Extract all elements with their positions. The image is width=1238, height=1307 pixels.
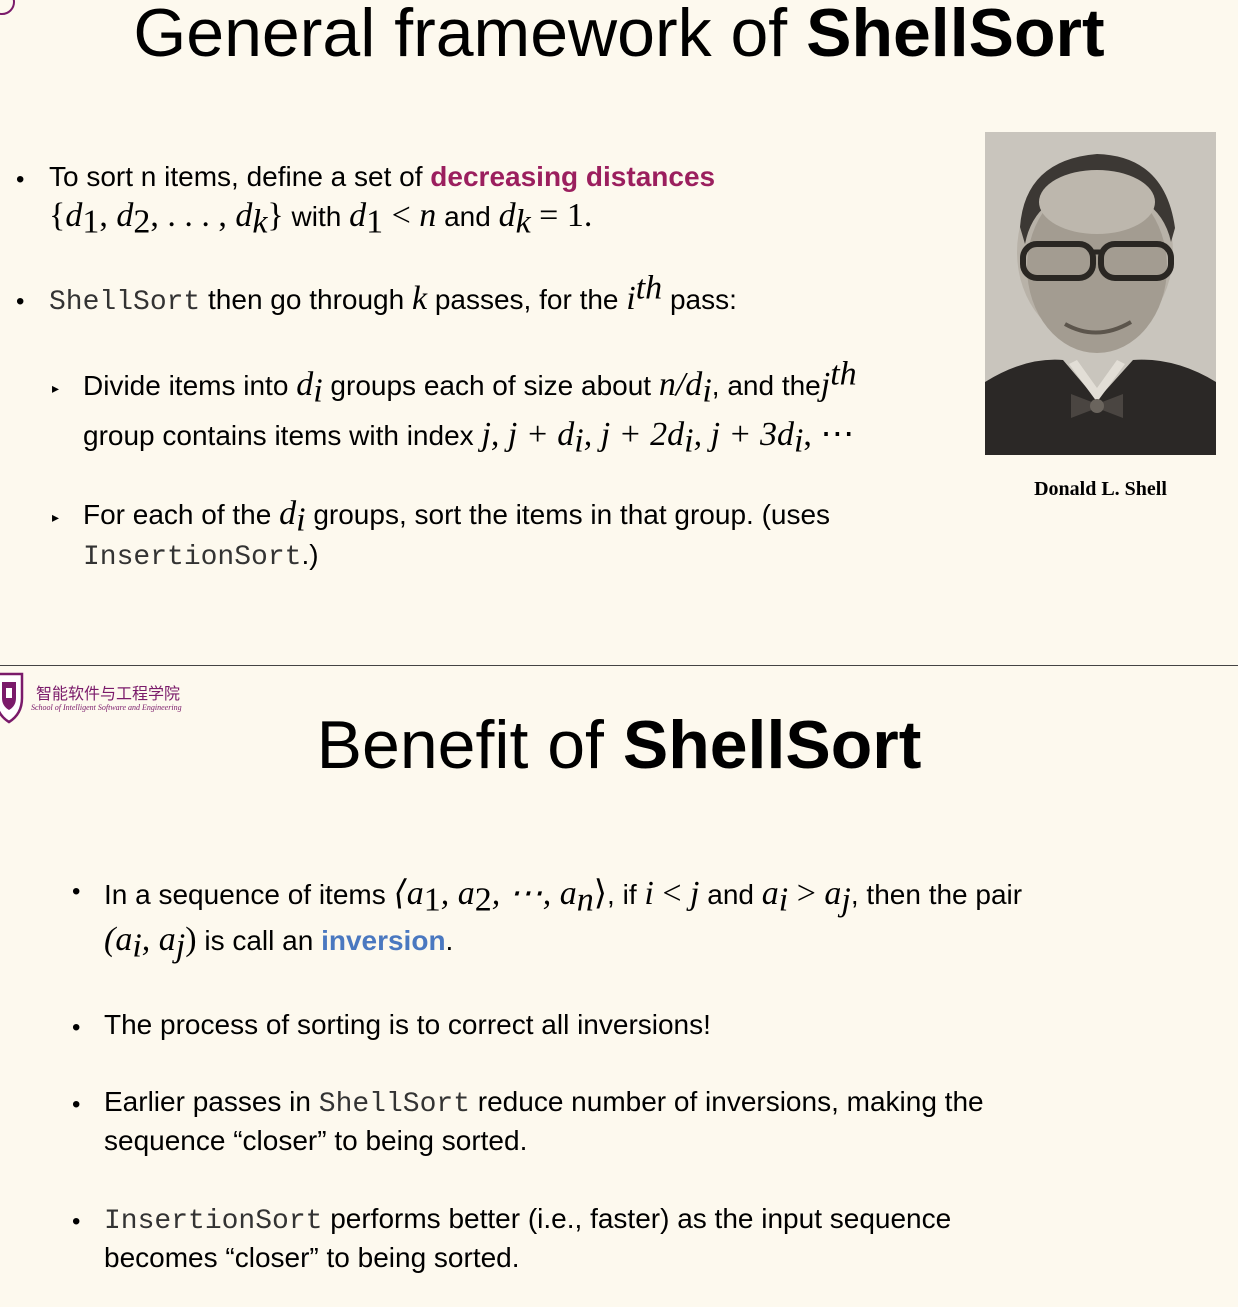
bullet-inversion-pair: (ai, aj) is call an inversion. [104, 921, 454, 965]
school-name-cn: 智能软件与工程学院 [36, 684, 181, 703]
highlight-inversion: inversion [321, 925, 446, 956]
portrait-image-icon [985, 132, 1216, 455]
donald-shell-portrait [985, 132, 1216, 455]
bullet-marker: • [72, 1014, 81, 1041]
slide-general-framework: General framework of ShellSort • To sort… [0, 0, 1238, 665]
bullet-marker: • [16, 166, 25, 193]
bullet-correct-inversions: The process of sorting is to correct all… [104, 1009, 711, 1040]
bullet-passes: ShellSort then go through k passes, for … [49, 269, 737, 318]
bullet-insertionsort-line2: becomes “closer” to being sorted. [104, 1242, 520, 1273]
sub-bullet-sort-groups: For each of the di groups, sort the item… [83, 495, 831, 539]
sub-bullet-marker: ▸ [52, 509, 60, 525]
bullet-earlier-passes-line2: sequence “closer” to being sorted. [104, 1125, 528, 1156]
sub-bullet-insertionsort: InsertionSort.) [83, 539, 319, 573]
bullet-earlier-passes: Earlier passes in ShellSort reduce numbe… [104, 1086, 984, 1120]
bullet-insertionsort-performance: InsertionSort performs better (i.e., fas… [104, 1203, 952, 1237]
bullet-marker: • [72, 878, 81, 905]
slide-title: Benefit of ShellSort [316, 707, 922, 783]
sub-bullet-group-index: group contains items with index j, j + d… [83, 416, 855, 460]
bullet-decreasing-distances: To sort n items, define a set of decreas… [49, 161, 716, 192]
distance-set-formula: {d1, d2, . . . , dk} with d1 < n and dk … [49, 197, 593, 241]
slide-benefit: 智能软件与工程学院 School of Intelligent Software… [0, 666, 1238, 1307]
highlight-decreasing-distances: decreasing distances [430, 161, 716, 192]
portrait-caption: Donald L. Shell [1034, 478, 1167, 500]
bullet-marker: • [72, 1091, 81, 1118]
bullet-inversion-definition: In a sequence of items ⟨a1, a2, ⋯, an⟩, … [104, 875, 1023, 919]
bullet-marker: • [72, 1208, 81, 1235]
sub-bullet-marker: ▸ [52, 380, 60, 396]
slide-title: General framework of ShellSort [133, 0, 1105, 71]
sub-bullet-divide-items: Divide items into di groups each of size… [83, 355, 857, 410]
bullet-marker: • [16, 288, 25, 315]
